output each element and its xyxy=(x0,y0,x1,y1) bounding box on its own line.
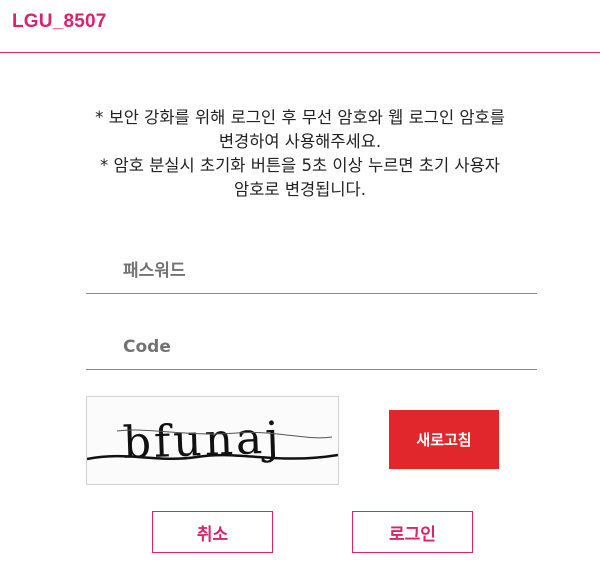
notice-line-3: * 암호 분실시 초기화 버튼을 5초 이상 누르면 초기 사용자 xyxy=(100,156,500,175)
login-notice: * 보안 강화를 위해 로그인 후 무선 암호와 웹 로그인 암호를 변경하여 … xyxy=(20,106,580,202)
notice-line-4: 암호로 변경됩니다. xyxy=(234,180,366,199)
captcha-text: bfunaj xyxy=(122,412,283,469)
captcha-image: bfunaj xyxy=(86,396,339,485)
notice-line-1: * 보안 강화를 위해 로그인 후 무선 암호와 웹 로그인 암호를 xyxy=(95,108,505,127)
captcha-code-input[interactable] xyxy=(86,324,537,370)
notice-line-2: 변경하여 사용해주세요. xyxy=(218,132,382,151)
login-button[interactable]: 로그인 xyxy=(352,511,473,553)
cancel-button[interactable]: 취소 xyxy=(152,511,273,553)
page-header: LGU_8507 xyxy=(0,0,600,53)
refresh-captcha-button[interactable]: 새로고침 xyxy=(389,410,499,469)
password-input[interactable] xyxy=(86,248,537,294)
captcha-graphic: bfunaj xyxy=(87,412,338,469)
device-name-title: LGU_8507 xyxy=(12,11,107,32)
